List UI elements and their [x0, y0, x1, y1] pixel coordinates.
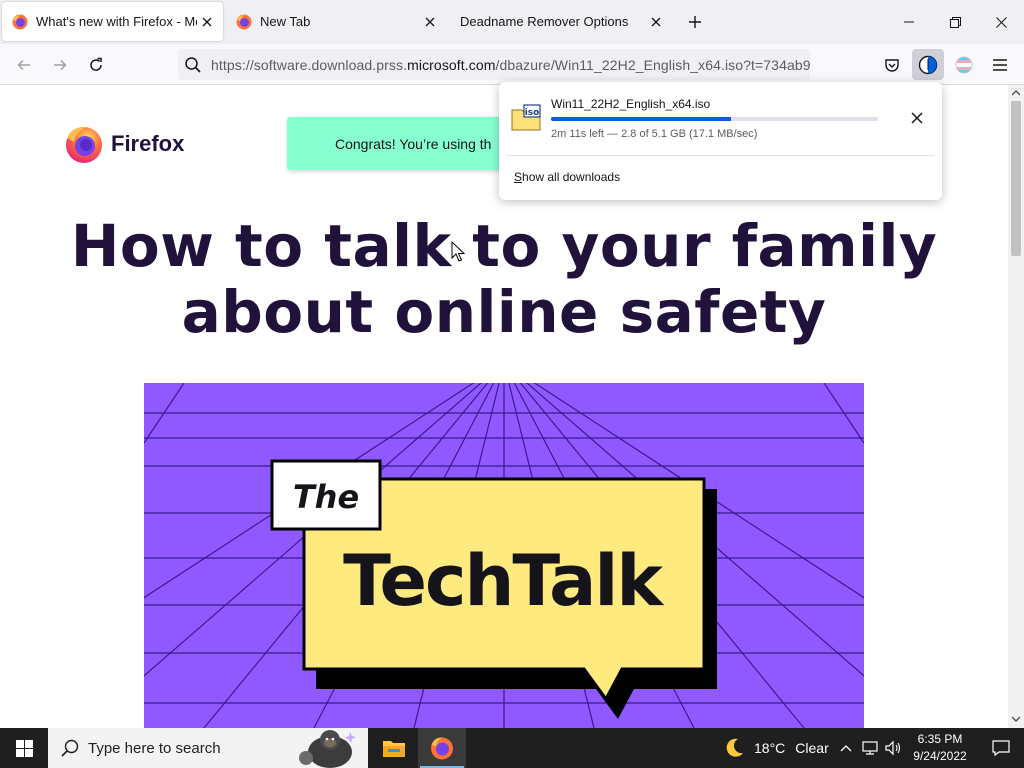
windows-logo-icon: [15, 739, 33, 757]
pocket-icon: [885, 58, 899, 72]
navigation-toolbar: https://software.download.prss.microsoft…: [0, 44, 1024, 85]
extension-button[interactable]: [948, 49, 980, 80]
close-icon[interactable]: [197, 12, 217, 32]
download-status: 2m 11s left — 2.8 of 5.1 GB (17.1 MB/sec…: [551, 128, 758, 140]
page-scrollbar[interactable]: [1008, 85, 1024, 728]
tab-title: What's new with Firefox - More: [36, 14, 197, 29]
mouse-cursor: [451, 241, 465, 262]
techtalk-illustration: The TechTalk: [144, 383, 864, 728]
moon-icon: [726, 738, 743, 757]
firefox-icon: [431, 737, 453, 760]
network-status-button[interactable]: [860, 738, 880, 758]
page-title: How to talk to your family about online …: [0, 213, 1008, 345]
taskbar-clock[interactable]: 6:35 PM 9/24/2022: [906, 731, 974, 765]
tab-title: Deadname Remover Options: [460, 14, 629, 29]
download-progress-bar: [551, 117, 878, 121]
hero-large-text: TechTalk: [343, 540, 664, 622]
hamburger-menu-icon: [993, 58, 1007, 71]
techtalk-hero-image: The TechTalk: [144, 383, 864, 728]
plus-icon: [689, 16, 701, 28]
reload-icon: [90, 57, 102, 71]
tab-new-tab[interactable]: New Tab: [226, 2, 446, 41]
back-arrow-icon: [17, 59, 30, 71]
divider: [507, 155, 934, 156]
taskbar-file-explorer[interactable]: [370, 728, 418, 768]
search-icon: [61, 739, 79, 757]
search-placeholder: Type here to search: [88, 739, 221, 757]
download-progress-icon: [918, 55, 938, 74]
firefox-wordmark: Firefox: [111, 131, 185, 156]
notification-icon: [992, 740, 1010, 757]
svg-text:iso: iso: [525, 108, 540, 118]
close-icon[interactable]: [646, 12, 666, 32]
close-icon: [995, 16, 1007, 28]
minimize-icon: [904, 21, 914, 23]
tab-whats-new[interactable]: What's new with Firefox - More: [2, 2, 223, 41]
iso-file-icon: iso: [511, 104, 541, 131]
scroll-thumb[interactable]: [1011, 101, 1021, 256]
forward-arrow-icon: [54, 59, 67, 71]
download-file-name: Win11_22H2_English_x64.iso: [551, 97, 711, 111]
back-button[interactable]: [9, 50, 39, 80]
firefox-icon: [236, 14, 252, 29]
network-icon: [862, 741, 878, 755]
hero-small-text: The: [293, 478, 359, 516]
taskbar-search-box[interactable]: Type here to search: [48, 728, 368, 768]
url-text: https://software.download.prss.microsoft…: [211, 56, 810, 73]
headline-line: about online safety: [181, 278, 827, 346]
window-close-button[interactable]: [978, 0, 1024, 44]
cancel-download-button[interactable]: [905, 106, 929, 130]
start-button[interactable]: [0, 728, 48, 768]
speaker-icon: [885, 740, 901, 756]
search-highlight-gorilla-icon: [299, 730, 356, 768]
downloads-button[interactable]: [912, 49, 944, 80]
reload-button[interactable]: [81, 50, 111, 80]
tab-strip: What's new with Firefox - More New Tab D…: [0, 0, 1024, 44]
firefox-logo[interactable]: Firefox: [64, 124, 184, 164]
scroll-down-arrow[interactable]: [1008, 712, 1024, 726]
volume-button[interactable]: [883, 738, 903, 758]
restore-icon: [949, 16, 961, 28]
minimize-button[interactable]: [886, 0, 932, 44]
scroll-up-arrow[interactable]: [1008, 86, 1024, 100]
close-icon[interactable]: [420, 12, 440, 32]
show-all-downloads-link[interactable]: Show all downloads: [514, 170, 620, 184]
weather-condition: Clear: [795, 740, 829, 756]
tab-deadname-remover[interactable]: Deadname Remover Options: [450, 2, 672, 41]
close-icon: [911, 112, 923, 124]
firefox-logo-icon: [66, 126, 102, 163]
search-icon: [185, 56, 201, 73]
chevron-up-icon: [840, 745, 852, 752]
weather-temperature: 18°C: [754, 740, 786, 756]
headline-line: How to talk to your family: [70, 212, 938, 280]
show-hidden-icons-button[interactable]: [836, 738, 856, 758]
restore-button[interactable]: [932, 0, 978, 44]
download-progress-fill: [551, 117, 731, 121]
taskbar-firefox[interactable]: [418, 728, 466, 768]
weather-widget[interactable]: 18°C Clear: [722, 728, 829, 768]
tab-title: New Tab: [260, 14, 311, 29]
trans-flag-icon: [955, 56, 973, 73]
clock-date: 9/24/2022: [913, 749, 967, 763]
downloads-panel: iso Win11_22H2_English_x64.iso 2m 11s le…: [499, 82, 942, 200]
folder-icon: [383, 741, 405, 757]
pocket-button[interactable]: [876, 49, 908, 80]
firefox-icon: [12, 14, 28, 29]
menu-button[interactable]: [984, 49, 1016, 80]
download-item[interactable]: iso Win11_22H2_English_x64.iso 2m 11s le…: [507, 90, 934, 154]
clock-time: 6:35 PM: [917, 732, 963, 746]
forward-button[interactable]: [45, 50, 75, 80]
address-bar[interactable]: https://software.download.prss.microsoft…: [178, 49, 810, 80]
new-tab-button[interactable]: [683, 10, 707, 34]
windows-taskbar: Type here to search 18°C Clear 6:35 PM 9…: [0, 728, 1024, 768]
action-center-button[interactable]: [978, 728, 1024, 768]
